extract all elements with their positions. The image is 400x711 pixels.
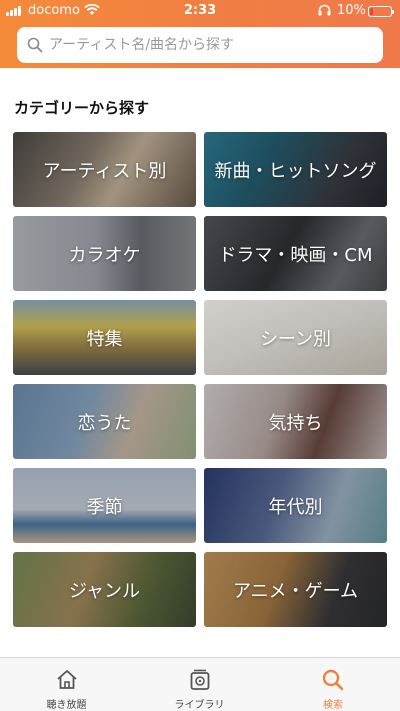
category-label: アニメ・ゲーム (232, 580, 359, 602)
home-icon (56, 670, 77, 689)
search-icon (322, 669, 344, 691)
category-tile-love-songs[interactable]: 恋うた (13, 384, 196, 459)
tab-label: 聴き放題 (46, 700, 87, 711)
category-label: シーン別 (259, 328, 332, 350)
category-grid: アーティスト別 新曲・ヒットソング カラオケ ドラマ・映画・CM 特集 シーン別… (13, 132, 387, 630)
tab-label: ライブラリ (174, 700, 225, 711)
category-tile-genre[interactable]: ジャンル (13, 552, 196, 627)
category-label: ジャンル (68, 580, 141, 602)
tab-label: 検索 (323, 700, 343, 711)
status-bar: docomo 2:33 10% (0, 0, 400, 22)
category-tile-seasons[interactable]: 季節 (13, 468, 196, 543)
category-label: ドラマ・映画・CM (218, 244, 373, 266)
category-tile-special[interactable]: 特集 (13, 300, 196, 375)
search-bar[interactable] (17, 27, 383, 63)
category-tile-scene[interactable]: シーン別 (204, 300, 387, 375)
category-tile-artist[interactable]: アーティスト別 (13, 132, 196, 207)
tab-library[interactable]: ライブラリ (133, 658, 266, 711)
library-icon (190, 669, 209, 690)
category-label: 新曲・ヒットソング (214, 160, 377, 182)
category-label: カラオケ (68, 244, 141, 266)
tab-unlimited[interactable]: 聴き放題 (0, 658, 133, 711)
category-label: アーティスト別 (42, 160, 167, 182)
tab-search[interactable]: 検索 (266, 658, 400, 711)
battery-icon (368, 6, 394, 17)
search-input[interactable] (49, 37, 369, 53)
battery-percent: 10% (337, 3, 366, 18)
search-icon (27, 37, 43, 53)
category-tile-drama-movie-cm[interactable]: ドラマ・映画・CM (204, 216, 387, 291)
headphones-icon (318, 4, 331, 16)
tab-bar: 聴き放題 ライブラリ 検索 (0, 657, 400, 711)
category-tile-karaoke[interactable]: カラオケ (13, 216, 196, 291)
category-label: 気持ち (268, 412, 323, 434)
header: docomo 2:33 10% (0, 0, 400, 68)
category-label: 年代別 (268, 496, 323, 518)
category-label: 特集 (86, 328, 123, 350)
category-tile-by-decade[interactable]: 年代別 (204, 468, 387, 543)
category-tile-anime-game[interactable]: アニメ・ゲーム (204, 552, 387, 627)
category-tile-new-hits[interactable]: 新曲・ヒットソング (204, 132, 387, 207)
category-tile-feelings[interactable]: 気持ち (204, 384, 387, 459)
category-label: 季節 (86, 496, 123, 518)
section-title: カテゴリーから探す (14, 99, 150, 117)
category-label: 恋うた (77, 412, 132, 434)
